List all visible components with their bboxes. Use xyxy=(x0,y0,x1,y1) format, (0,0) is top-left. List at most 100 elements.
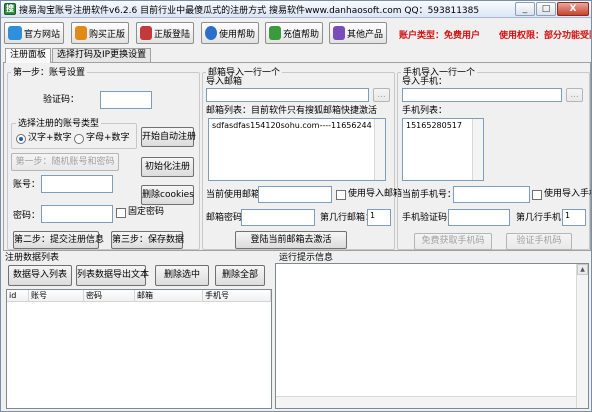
email-list-label: 邮箱列表：目前软件只有搜狐邮箱快捷激活 xyxy=(206,106,378,116)
delete-selected-button[interactable]: 删除选中 xyxy=(155,265,209,286)
close-button[interactable]: X xyxy=(557,2,589,16)
other-products-label: 其他产品 xyxy=(346,29,383,40)
help-icon xyxy=(205,26,217,40)
email-list-textarea[interactable]: sdfasdfas154120sohu.com----11656244 xyxy=(208,118,386,181)
password-input[interactable] xyxy=(41,205,113,223)
window-title: 搜易淘宝账号注册软件v6.2.6 目前行业中最傻瓜式的注册方式 搜易软件www.… xyxy=(19,5,480,16)
account-type-group: 选择注册的账号类型 汉字+数字 字母+数字 xyxy=(11,119,137,149)
init-register-button[interactable]: 初始化注册 xyxy=(141,157,194,177)
phone-list-textarea[interactable]: 15165280517 xyxy=(402,118,484,181)
column-email[interactable]: 邮箱 xyxy=(135,290,203,301)
captcha-input[interactable] xyxy=(100,91,152,109)
maximize-button[interactable]: □ xyxy=(536,2,556,16)
phone-code-input[interactable] xyxy=(448,209,510,226)
tab-register-panel[interactable]: 注册面板 xyxy=(5,48,52,63)
cart-icon xyxy=(75,26,87,40)
phone-row-input[interactable]: 1 xyxy=(562,209,586,226)
toolbar: 官方网站 购买正版 正版登陆 使用帮助 充值帮助 其他产品 账户类型：免费用户 … xyxy=(1,19,591,46)
start-register-button[interactable]: 开始自动注册 xyxy=(141,127,196,147)
email-import-group: 邮箱导入一行一个 导入邮箱 ... 邮箱列表：目前软件只有搜狐邮箱快捷激活 sd… xyxy=(202,68,402,250)
log-horizontal-scrollbar[interactable] xyxy=(276,396,576,408)
account-input[interactable] xyxy=(41,175,113,193)
current-email-input[interactable] xyxy=(258,186,332,203)
register-panel: 第一步：账号设置 验证码： 选择注册的账号类型 汉字+数字 字母+数字 第一步：… xyxy=(3,62,591,251)
login-label: 正版登陆 xyxy=(153,29,190,40)
app-icon: 搜 xyxy=(4,3,16,15)
current-phone-label: 当前手机号： xyxy=(402,190,457,200)
use-import-email-label: 使用导入邮箱 xyxy=(348,189,403,199)
register-data-group: 注册数据列表 数据导入列表 列表数据导出文本 删除选中 删除全部 id 账号 密… xyxy=(3,253,272,411)
phone-list-content: 15165280517 xyxy=(406,121,462,130)
phone-import-group: 手机导入一行一个 导入手机： ... 手机列表： 15165280517 当前手… xyxy=(397,68,591,250)
card-icon xyxy=(269,26,281,40)
radio-chinese-digits-label: 汉字+数字 xyxy=(28,133,72,143)
account-label: 账号： xyxy=(13,180,41,190)
radio-chinese-digits[interactable] xyxy=(16,134,26,144)
main-window: 搜 搜易淘宝账号注册软件v6.2.6 目前行业中最傻瓜式的注册方式 搜易软件ww… xyxy=(0,0,592,412)
email-list-scrollbar[interactable] xyxy=(374,119,385,180)
account-type-title: 选择注册的账号类型 xyxy=(16,119,102,129)
register-data-table[interactable]: id 账号 密码 邮箱 手机号 xyxy=(6,289,272,409)
account-settings-group: 第一步：账号设置 验证码： 选择注册的账号类型 汉字+数字 字母+数字 第一步：… xyxy=(7,68,200,250)
radio-letters-digits-label: 字母+数字 xyxy=(86,133,130,143)
log-vertical-scrollbar[interactable]: ▲ xyxy=(576,264,588,408)
email-import-label: 导入邮箱 xyxy=(206,77,243,87)
scroll-up-icon[interactable]: ▲ xyxy=(577,264,588,275)
radio-letters-digits[interactable] xyxy=(74,134,84,144)
table-header: id 账号 密码 邮箱 手机号 xyxy=(7,290,271,302)
permission-status: 使用权限：部分功能受限 xyxy=(499,31,592,41)
buy-label: 购买正版 xyxy=(88,29,125,40)
register-data-title: 注册数据列表 xyxy=(5,253,60,263)
login-button[interactable]: 正版登陆 xyxy=(136,22,194,44)
other-products-button[interactable]: 其他产品 xyxy=(329,22,387,44)
captcha-label: 验证码： xyxy=(43,95,80,105)
use-import-phone-label: 使用导入手机 xyxy=(544,189,591,199)
phone-list-label: 手机列表： xyxy=(402,106,448,116)
box-icon xyxy=(333,26,345,40)
random-account-button[interactable]: 第一步：随机账号和密码 xyxy=(11,153,119,171)
fixed-password-label: 固定密码 xyxy=(128,207,165,217)
phone-file-input[interactable] xyxy=(402,88,562,102)
tab-strip: 注册面板 选择打码及IP更换设置 xyxy=(5,48,152,63)
current-phone-input[interactable] xyxy=(453,186,530,203)
phone-browse-button[interactable]: ... xyxy=(566,88,583,102)
official-site-label: 官方网站 xyxy=(23,29,60,40)
buy-button[interactable]: 购买正版 xyxy=(71,22,129,44)
window-controls: _ □ X xyxy=(514,2,589,16)
minimize-button[interactable]: _ xyxy=(515,2,535,16)
import-list-button[interactable]: 数据导入列表 xyxy=(8,265,72,286)
key-icon xyxy=(140,26,152,40)
phone-list-scrollbar[interactable] xyxy=(472,119,483,180)
column-password[interactable]: 密码 xyxy=(84,290,135,301)
get-phone-code-button[interactable]: 免费获取手机码 xyxy=(414,233,492,250)
column-id[interactable]: id xyxy=(7,290,29,301)
email-list-content: sdfasdfas154120sohu.com----11656244 xyxy=(212,121,372,130)
login-email-activate-button[interactable]: 登陆当前邮箱去激活 xyxy=(235,231,347,249)
email-browse-button[interactable]: ... xyxy=(373,88,390,102)
official-site-button[interactable]: 官方网站 xyxy=(4,22,64,44)
submit-register-button[interactable]: 第二步：提交注册信息 xyxy=(13,231,104,249)
help-button[interactable]: 使用帮助 xyxy=(201,22,259,44)
home-icon xyxy=(8,26,22,40)
column-account[interactable]: 账号 xyxy=(29,290,84,301)
account-type: 账户类型：免费用户 xyxy=(399,31,481,41)
export-list-button[interactable]: 列表数据导出文本 xyxy=(76,265,149,286)
email-file-input[interactable] xyxy=(206,88,369,102)
use-import-email-checkbox[interactable] xyxy=(336,190,346,200)
tab-captcha-ip-settings[interactable]: 选择打码及IP更换设置 xyxy=(52,48,152,62)
verify-phone-code-button[interactable]: 验证手机码 xyxy=(506,233,572,250)
email-password-input[interactable] xyxy=(241,209,315,226)
recharge-help-label: 充值帮助 xyxy=(282,29,319,40)
delete-cookies-button[interactable]: 删除cookies xyxy=(141,185,194,205)
delete-all-button[interactable]: 删除全部 xyxy=(215,265,265,286)
recharge-help-button[interactable]: 充值帮助 xyxy=(265,22,323,44)
run-log-textarea[interactable]: ▲ xyxy=(275,263,589,409)
help-label: 使用帮助 xyxy=(218,29,255,40)
fixed-password-checkbox[interactable] xyxy=(116,208,126,218)
save-data-button[interactable]: 第三步：保存数据 xyxy=(111,231,184,249)
account-settings-title: 第一步：账号设置 xyxy=(11,68,88,78)
column-phone[interactable]: 手机号 xyxy=(203,290,271,301)
email-row-input[interactable]: 1 xyxy=(367,209,391,226)
phone-import-label: 导入手机： xyxy=(402,77,448,87)
use-import-phone-checkbox[interactable] xyxy=(532,190,542,200)
